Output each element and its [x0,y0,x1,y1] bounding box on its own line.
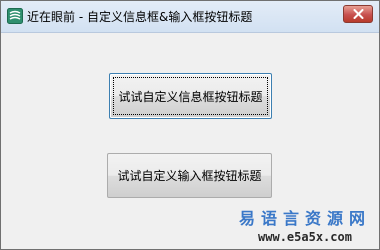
title-bar[interactable]: 近在眼前 - 自定义信息框&输入框按钮标题 [1,1,379,33]
window-title: 近在眼前 - 自定义信息框&输入框按钮标题 [27,10,253,24]
close-button[interactable] [343,5,373,23]
site-watermark: 易语言资源网 www.e5a5x.com [239,209,371,245]
main-window: 近在眼前 - 自定义信息框&输入框按钮标题 试试自定义信息框按钮标题 试试自定义… [0,0,380,250]
window-client-area: 试试自定义信息框按钮标题 试试自定义输入框按钮标题 易语言资源网 www.e5a… [1,33,379,249]
focus-rectangle [113,77,268,115]
watermark-url: www.e5a5x.com [258,230,352,244]
close-icon [353,9,364,19]
custom-input-box-button-label: 试试自定义输入框按钮标题 [117,169,262,183]
custom-info-box-button[interactable]: 试试自定义信息框按钮标题 [109,73,272,119]
watermark-brand: 易语言资源网 [238,209,371,228]
app-logo-icon[interactable] [7,8,23,24]
custom-input-box-button[interactable]: 试试自定义输入框按钮标题 [107,153,272,198]
